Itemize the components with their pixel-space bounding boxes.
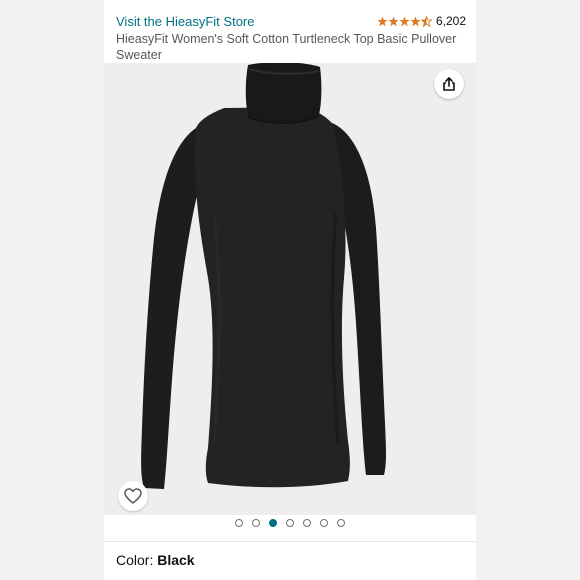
image-pagination	[104, 519, 476, 527]
heart-icon	[124, 488, 142, 504]
share-button[interactable]	[434, 69, 464, 99]
product-image-gallery[interactable]	[104, 63, 476, 515]
share-icon	[443, 77, 455, 91]
divider	[104, 541, 476, 542]
review-count: 6,202	[435, 14, 466, 28]
pagination-dot[interactable]	[286, 519, 294, 527]
star-icon	[388, 15, 399, 26]
pagination-dot[interactable]	[252, 519, 260, 527]
star-rating	[377, 15, 432, 27]
favorite-button[interactable]	[118, 481, 148, 511]
star-icon	[410, 15, 421, 26]
product-card: Visit the HieasyFit Store 6,202 HieasyFi…	[104, 0, 476, 580]
star-icon	[377, 15, 388, 26]
store-link[interactable]: Visit the HieasyFit Store	[116, 14, 254, 29]
product-image	[141, 63, 386, 489]
pagination-dot[interactable]	[235, 519, 243, 527]
color-value: Black	[157, 552, 195, 568]
star-half-icon	[420, 15, 432, 27]
pagination-dot-active[interactable]	[269, 519, 277, 527]
pagination-dot[interactable]	[320, 519, 328, 527]
star-icon	[399, 15, 410, 26]
pagination-dot[interactable]	[303, 519, 311, 527]
pagination-dot[interactable]	[337, 519, 345, 527]
product-title: HieasyFit Women's Soft Cotton Turtleneck…	[116, 32, 457, 62]
color-label: Color:	[116, 552, 158, 568]
color-selection: Color: Black	[116, 552, 195, 568]
rating[interactable]: 6,202	[377, 14, 466, 28]
